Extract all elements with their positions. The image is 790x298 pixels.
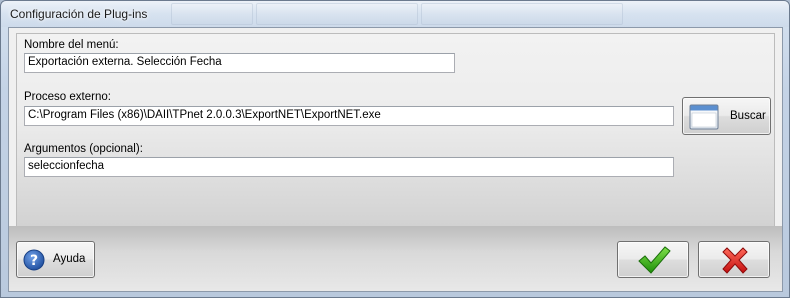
arguments-label: Argumentos (opcional): xyxy=(24,143,143,155)
button-bar: ? Ayuda xyxy=(9,226,782,291)
dialog-window: Configuración de Plug-ins Nombre del men… xyxy=(0,0,790,298)
form-panel: Nombre del menú: Exportación externa. Se… xyxy=(16,33,775,227)
menu-name-label: Nombre del menú: xyxy=(24,39,119,51)
window-title: Configuración de Plug-ins xyxy=(10,7,148,21)
browse-button-label: Buscar xyxy=(730,110,766,122)
ok-button[interactable] xyxy=(617,241,689,278)
process-path-field[interactable]: C:\Program Files (x86)\DAII\TPnet 2.0.0.… xyxy=(24,106,674,126)
arguments-field[interactable]: seleccionfecha xyxy=(24,157,674,177)
background-ghost xyxy=(421,3,623,25)
process-label: Proceso externo: xyxy=(24,91,111,103)
menu-name-field[interactable]: Exportación externa. Selección Fecha xyxy=(24,53,455,73)
cancel-button[interactable] xyxy=(698,241,770,278)
background-ghost xyxy=(256,3,418,25)
cross-icon xyxy=(722,247,748,274)
help-button-label: Ayuda xyxy=(53,253,86,265)
dialog-content: Nombre del menú: Exportación externa. Se… xyxy=(8,27,783,292)
help-icon: ? xyxy=(23,249,45,271)
background-ghost xyxy=(171,3,253,25)
checkmark-icon xyxy=(638,246,671,274)
browse-button[interactable]: Buscar xyxy=(682,97,771,135)
help-button[interactable]: ? Ayuda xyxy=(16,241,95,278)
window-icon xyxy=(689,104,719,130)
title-bar[interactable]: Configuración de Plug-ins xyxy=(1,1,789,27)
svg-text:?: ? xyxy=(30,253,38,269)
